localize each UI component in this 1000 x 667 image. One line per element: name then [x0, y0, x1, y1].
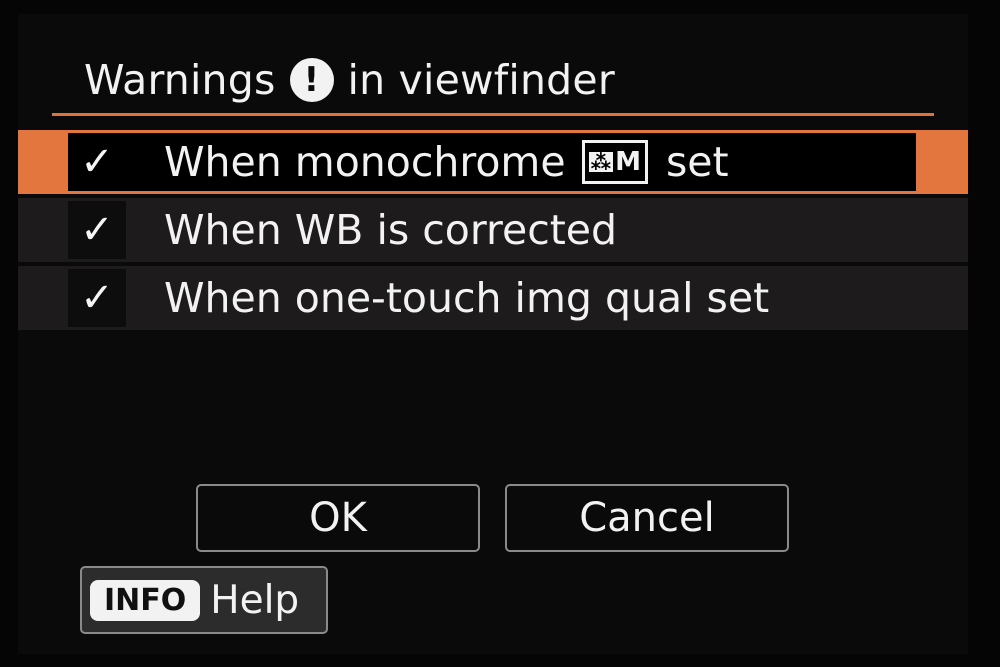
title-text-before: Warnings: [84, 56, 276, 104]
option-label-text-before: When monochrome: [164, 138, 566, 186]
option-row-wb-corrected[interactable]: ✓ When WB is corrected: [18, 198, 968, 262]
checkmark-icon: ✓: [80, 275, 114, 321]
option-row-one-touch-inner: ✓ When one-touch img qual set: [68, 269, 916, 327]
menu-title: Warnings ! in viewfinder: [84, 52, 615, 108]
option-label-text-after: set: [665, 138, 729, 186]
option-row-monochrome-inner: ✓ When monochrome ⁂ M set: [68, 133, 916, 191]
exclamation-icon: !: [289, 58, 334, 102]
title-divider: [52, 113, 934, 116]
checkmark-icon: ✓: [80, 139, 114, 185]
help-label: Help: [210, 577, 300, 623]
option-row-wb-corrected-inner: ✓ When WB is corrected: [68, 201, 916, 259]
checkbox-monochrome[interactable]: ✓: [68, 133, 126, 191]
cancel-button[interactable]: Cancel: [505, 484, 789, 552]
option-row-one-touch[interactable]: ✓ When one-touch img qual set: [18, 266, 968, 330]
option-label-monochrome: When monochrome ⁂ M set: [164, 138, 729, 186]
option-row-monochrome[interactable]: ✓ When monochrome ⁂ M set: [18, 130, 968, 194]
checkbox-one-touch[interactable]: ✓: [68, 269, 126, 327]
option-label-one-touch: When one-touch img qual set: [164, 274, 770, 322]
info-button-icon: INFO: [90, 579, 201, 621]
camera-menu-screen: [18, 14, 968, 654]
title-text-after: in viewfinder: [347, 56, 615, 104]
monochrome-picture-style-icon: ⁂ M: [581, 140, 648, 184]
ok-button[interactable]: OK: [196, 484, 480, 552]
checkbox-wb-corrected[interactable]: ✓: [68, 201, 126, 259]
monochrome-letter: M: [615, 147, 641, 177]
option-label-wb-corrected: When WB is corrected: [164, 206, 618, 254]
info-help-button[interactable]: INFO Help: [80, 566, 328, 634]
monochrome-symbol: ⁂: [588, 150, 614, 174]
checkmark-icon: ✓: [80, 207, 114, 253]
